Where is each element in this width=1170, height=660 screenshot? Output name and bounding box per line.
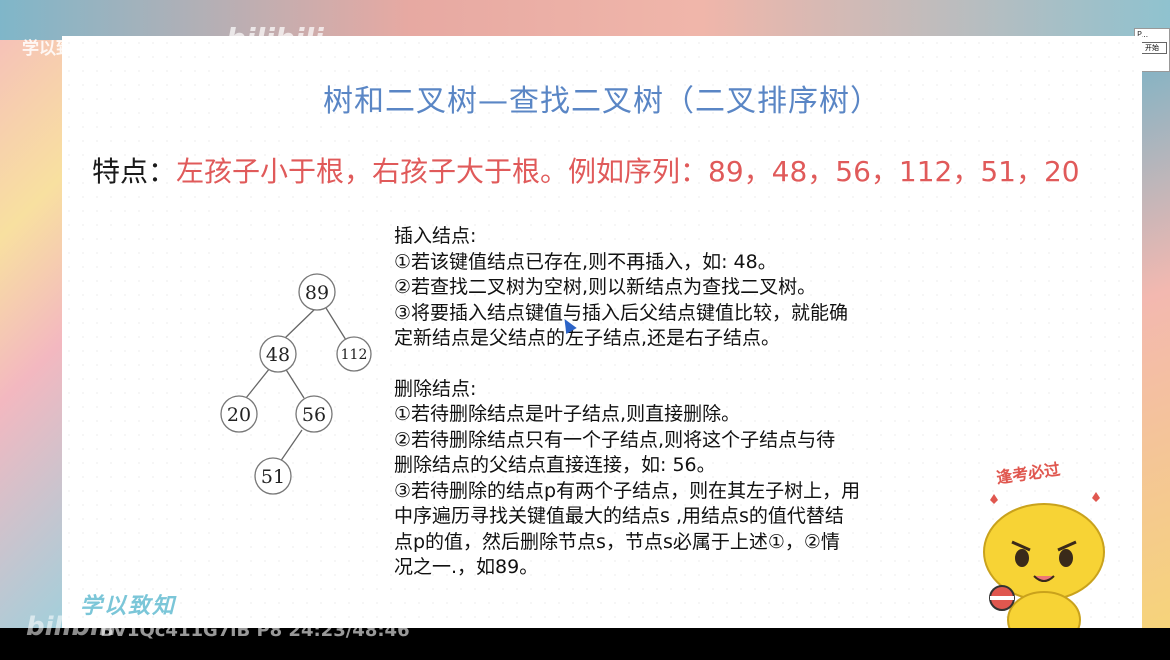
edge-48-56 xyxy=(284,367,305,399)
edge-89-48 xyxy=(284,307,317,339)
tree-node-112: 112 xyxy=(341,347,368,363)
slide: 树和二叉树—查找二叉树（二叉排序树） 特点：左孩子小于根，右孩子大于根。例如序列… xyxy=(62,36,1142,649)
background-left-band xyxy=(0,40,70,630)
tree-node-20: 20 xyxy=(227,404,251,426)
delete-heading: 删除结点: xyxy=(394,377,477,400)
delete-line: 删除结点的父结点直接连接，如: 56。 xyxy=(394,454,716,476)
insert-heading: 插入结点: xyxy=(394,225,477,247)
edge-89-112 xyxy=(325,307,347,341)
slide-title: 树和二叉树—查找二叉树（二叉排序树） xyxy=(323,84,881,119)
insert-line: 定新结点是父结点的左子结点,还是右子结点。 xyxy=(394,327,781,349)
delete-line: 点p的值，然后删除节点s，节点s必属于上述①，②情 xyxy=(394,530,840,553)
tree-node-56: 56 xyxy=(302,404,326,426)
binary-search-tree: 89 48 112 20 56 51 xyxy=(220,273,372,495)
mascot-icon xyxy=(983,492,1105,649)
video-id-timestamp: BV1Qc411G7iB P8 24:23/48:46 xyxy=(100,620,410,641)
insert-line: ③将要插入结点键值与插入后父结点键值比较，就能确 xyxy=(394,301,849,324)
insert-line: ①若该键值结点已存在,则不再插入，如: 48。 xyxy=(394,250,777,273)
edge-48-20 xyxy=(245,367,271,399)
insert-line: ②若查找二叉树为空树,则以新结点为查找二叉树。 xyxy=(394,276,817,298)
tree-node-89: 89 xyxy=(305,282,329,304)
delete-line: ③若待删除的结点p有两个子结点，则在其左子树上，用 xyxy=(394,479,861,502)
tree-node-51: 51 xyxy=(261,466,285,488)
tree-node-48: 48 xyxy=(266,344,290,366)
features-line: 特点：左孩子小于根，右孩子大于根。例如序列：89，48，56，112，51，20 xyxy=(92,150,1080,190)
delete-line: ②若待删除结点只有一个子结点,则将这个子结点与待 xyxy=(394,428,836,451)
delete-line: 中序遍历寻找关键值最大的结点s ,用结点s的值代替结 xyxy=(394,505,844,527)
explanation-text: 插入结点: ①若该键值结点已存在,则不再插入，如: 48。 ②若查找二叉树为空树… xyxy=(394,224,994,581)
delete-line: ①若待删除结点是叶子结点,则直接删除。 xyxy=(394,403,741,425)
features-rule: 左孩子小于根，右孩子大于根。例如序列：89，48，56，112，51，20 xyxy=(176,155,1080,188)
features-label: 特点： xyxy=(92,155,177,188)
edge-56-51 xyxy=(279,429,303,463)
delete-line: 况之一.，如89。 xyxy=(394,556,539,578)
